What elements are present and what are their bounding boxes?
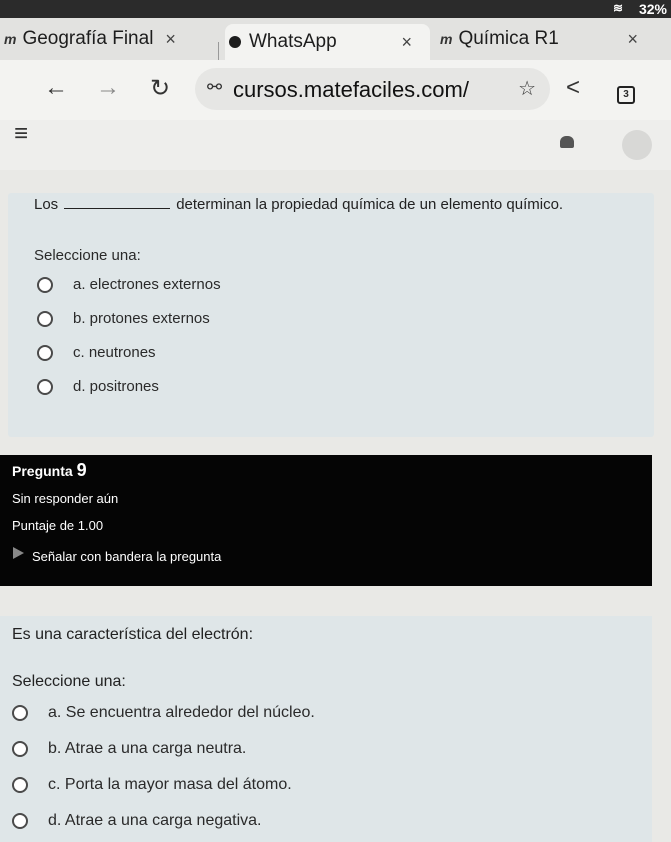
option-label: a. electrones externos <box>73 276 221 293</box>
tab-strip: m Geografía Final × WhatsApp × m Química… <box>0 18 671 62</box>
option-label: c. Porta la mayor masa del átomo. <box>48 776 292 793</box>
option-label: c. neutrones <box>73 344 156 361</box>
site-header: ≡ <box>0 120 671 170</box>
forward-arrow-icon[interactable]: → <box>96 74 120 102</box>
radio-button[interactable] <box>12 813 28 829</box>
option-label: d. positrones <box>73 378 159 395</box>
answer-option[interactable]: c. neutrones <box>37 344 156 361</box>
select-prompt: Seleccione una: <box>34 247 141 264</box>
battery-level: 32% <box>638 1 667 17</box>
question-text-end: determinan la propiedad química de un el… <box>176 196 564 213</box>
answer-option[interactable]: a. Se encuentra alrededor del núcleo. <box>12 704 315 722</box>
menu-icon[interactable]: ≡ <box>14 120 28 148</box>
question-info: Pregunta 9 Sin responder aún Puntaje de … <box>0 455 652 586</box>
radio-button[interactable] <box>12 705 28 721</box>
radio-button[interactable] <box>12 741 28 757</box>
question-number: Pregunta 9 <box>12 460 87 481</box>
avatar[interactable] <box>622 130 652 160</box>
answer-option[interactable]: a. electrones externos <box>37 276 221 293</box>
question-text: Es una característica del electrón: <box>12 626 254 643</box>
radio-button[interactable] <box>12 777 28 793</box>
radio-button[interactable] <box>37 310 53 327</box>
share-icon[interactable]: < <box>566 74 580 102</box>
radio-button[interactable] <box>37 276 53 293</box>
site-settings-icon[interactable]: ⚯ <box>207 77 222 98</box>
radio-button[interactable] <box>37 344 53 361</box>
select-prompt: Seleccione una: <box>12 673 126 690</box>
option-label: a. Se encuentra alrededor del núcleo. <box>48 704 315 721</box>
reload-icon[interactable]: ↻ <box>150 74 170 103</box>
close-tab-icon[interactable]: × <box>401 32 412 53</box>
question-state: Sin responder aún <box>12 491 119 506</box>
wifi-icon: ≋ <box>612 1 623 15</box>
close-tab-icon[interactable]: × <box>627 29 638 50</box>
notification-bell-icon[interactable] <box>560 136 574 148</box>
option-label: b. Atrae a una carga neutra. <box>48 740 247 757</box>
tab-divider <box>218 42 219 62</box>
tab-label: Geografía Final <box>22 28 154 49</box>
question-text-start: Los <box>34 196 59 213</box>
address-bar[interactable]: ⚯ cursos.matefaciles.com/ ☆ <box>195 68 550 110</box>
question-text: Los determinan la propiedad química de un… <box>34 196 563 213</box>
answer-option[interactable]: d. positrones <box>37 378 159 395</box>
answer-option[interactable]: c. Porta la mayor masa del átomo. <box>12 776 292 794</box>
question-card: Es una característica del electrón: Sele… <box>0 616 652 842</box>
flag-icon[interactable] <box>13 547 24 559</box>
back-arrow-icon[interactable]: ← <box>44 74 68 102</box>
answer-option[interactable]: d. Atrae a una carga negativa. <box>12 812 261 830</box>
tab-whatsapp[interactable]: WhatsApp × <box>225 24 430 60</box>
browser-toolbar: ← → ↻ ⚯ cursos.matefaciles.com/ ☆ < 3 <box>0 60 671 120</box>
option-label: b. protones externos <box>73 310 210 327</box>
whatsapp-icon <box>229 36 241 48</box>
status-bar: ≋ 32% <box>0 0 671 18</box>
tab-geografia[interactable]: m Geografía Final × <box>4 22 209 56</box>
tab-label: Química R1 <box>458 28 559 49</box>
question-card: Los determinan la propiedad química de un… <box>8 193 654 437</box>
answer-option[interactable]: b. protones externos <box>37 310 210 327</box>
blank-line <box>64 208 171 209</box>
flag-question-link[interactable]: Señalar con bandera la pregunta <box>32 549 221 564</box>
moodle-icon: m <box>4 31 17 47</box>
tab-count-button[interactable]: 3 <box>617 86 635 104</box>
url-text: cursos.matefaciles.com/ <box>233 77 469 102</box>
close-tab-icon[interactable]: × <box>165 29 176 50</box>
radio-button[interactable] <box>37 378 53 395</box>
option-label: d. Atrae a una carga negativa. <box>48 812 262 829</box>
moodle-icon: m <box>440 31 453 47</box>
question-title: Pregunta <box>12 463 73 479</box>
bookmark-star-icon[interactable]: ☆ <box>518 76 536 101</box>
question-score: Puntaje de 1.00 <box>12 518 104 533</box>
question-number-value: 9 <box>76 460 87 480</box>
tab-quimica[interactable]: m Química R1 × <box>440 22 670 56</box>
tab-label: WhatsApp <box>249 31 337 52</box>
answer-option[interactable]: b. Atrae a una carga neutra. <box>12 740 246 758</box>
